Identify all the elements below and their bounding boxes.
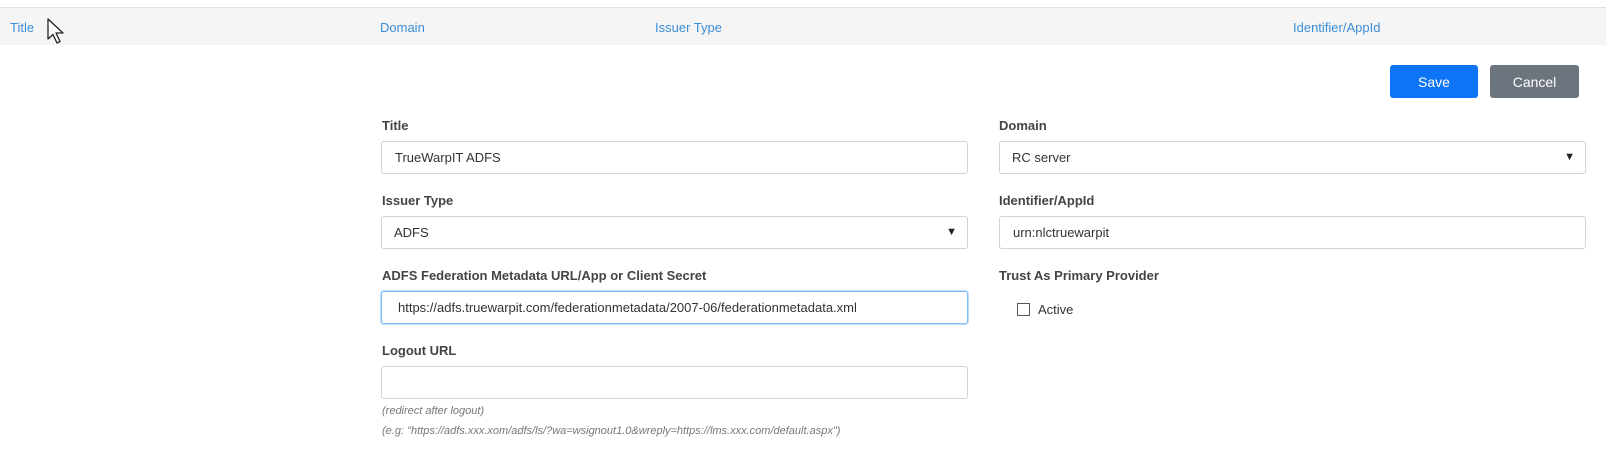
active-checkbox[interactable] [1017, 302, 1030, 316]
logout-url-input[interactable] [381, 366, 968, 399]
identifier-input[interactable] [999, 216, 1586, 249]
caret-down-icon: ▼ [946, 226, 957, 238]
domain-label: Domain [999, 118, 1047, 133]
issuer-type-label: Issuer Type [382, 193, 454, 208]
save-button[interactable]: Save [1390, 65, 1478, 98]
trust-primary-label: Trust As Primary Provider [999, 268, 1159, 283]
domain-select[interactable]: RC server ▼ [999, 141, 1586, 174]
domain-select-value: RC server [1012, 150, 1071, 165]
issuer-type-select-value: ADFS [394, 225, 429, 240]
active-checkbox-row[interactable]: Active [1017, 300, 1073, 318]
page: Title Domain Issuer Type Identifier/AppI… [0, 0, 1606, 460]
logout-url-example: (e.g: "https://adfs.xxx.xom/adfs/ls/?wa=… [382, 425, 841, 437]
caret-down-icon: ▼ [1564, 151, 1575, 163]
column-header-identifier[interactable]: Identifier/AppId [1293, 20, 1380, 35]
metadata-url-input[interactable] [381, 291, 968, 324]
column-header-domain[interactable]: Domain [380, 20, 425, 35]
column-header-strip: Title Domain Issuer Type Identifier/AppI… [0, 7, 1606, 45]
identifier-label: Identifier/AppId [999, 193, 1095, 208]
active-checkbox-label: Active [1038, 301, 1074, 317]
metadata-label: ADFS Federation Metadata URL/App or Clie… [382, 268, 707, 283]
column-header-issuer-type[interactable]: Issuer Type [655, 20, 722, 35]
column-header-title[interactable]: Title [10, 20, 34, 35]
logout-url-hint: (redirect after logout) [382, 405, 485, 417]
title-input[interactable] [381, 141, 968, 174]
cancel-button[interactable]: Cancel [1490, 65, 1579, 98]
mouse-pointer-icon [47, 18, 64, 44]
issuer-type-select[interactable]: ADFS ▼ [381, 216, 968, 249]
title-label: Title [382, 118, 409, 133]
logout-url-label: Logout URL [382, 343, 457, 358]
